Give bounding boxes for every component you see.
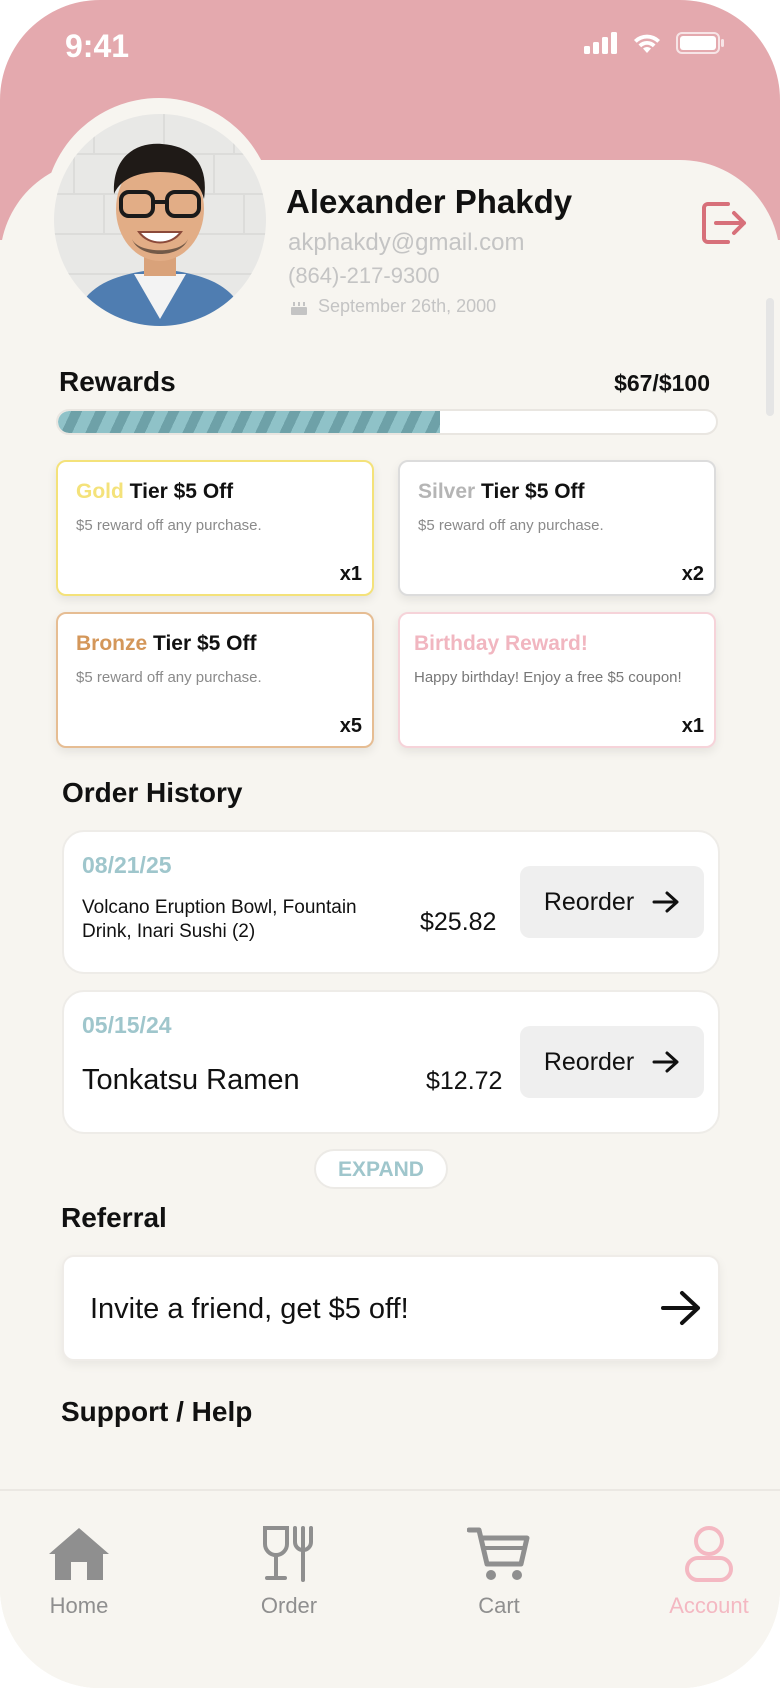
order-items: Tonkatsu Ramen (82, 1064, 300, 1096)
status-icons (584, 32, 724, 54)
order-date: 05/15/24 (82, 1012, 172, 1038)
reorder-label: Reorder (543, 1047, 635, 1076)
rewards-title: Rewards (59, 366, 176, 397)
reward-card-title: Gold Tier $5 Off (76, 480, 233, 504)
bottom-nav: Home Order Cart Account (0, 1489, 780, 1688)
cart-icon (466, 1527, 530, 1580)
rewards-progress-bar (56, 409, 718, 435)
expand-button[interactable]: EXPAND (314, 1149, 448, 1189)
battery-icon (676, 32, 724, 54)
nav-item-home[interactable]: Home (14, 1526, 144, 1619)
cake-icon (291, 301, 307, 315)
status-bar: 9:41 (0, 0, 780, 92)
home-icon (49, 1528, 109, 1580)
reward-card-count: x1 (339, 563, 362, 585)
order-history-title: Order History (62, 777, 243, 808)
support-help-title: Support / Help (61, 1396, 253, 1427)
reward-card-count: x1 (681, 715, 704, 737)
order-card: 05/15/24 Tonkatsu Ramen $12.72 Reorder (62, 990, 720, 1134)
order-items: Volcano Eruption Bowl, Fountain Drink, I… (82, 897, 357, 942)
reward-card-count: x5 (339, 715, 362, 737)
rewards-progress-fill (58, 411, 440, 433)
reward-card-gold[interactable]: Gold Tier $5 Off $5 reward off any purch… (56, 460, 374, 596)
referral-card[interactable]: Invite a friend, get $5 off! (62, 1255, 720, 1361)
reward-card-description: $5 reward off any purchase. (418, 517, 604, 534)
reorder-button[interactable]: Reorder (520, 866, 704, 938)
reward-card-silver[interactable]: Silver Tier $5 Off $5 reward off any pur… (398, 460, 716, 596)
nav-item-order[interactable]: Order (224, 1526, 354, 1619)
nav-item-cart[interactable]: Cart (434, 1526, 564, 1619)
account-icon (685, 1526, 733, 1582)
wifi-icon (634, 34, 660, 53)
reward-card-description: $5 reward off any purchase. (76, 517, 262, 534)
user-email: akphakdy@gmail.com (288, 229, 525, 256)
order-card: 08/21/25 Volcano Eruption Bowl, Fountain… (62, 830, 720, 974)
reward-card-description: Happy birthday! Enjoy a free $5 coupon! (414, 669, 682, 686)
profile-photo (54, 114, 266, 326)
reward-card-birthday[interactable]: Birthday Reward! Happy birthday! Enjoy a… (398, 612, 716, 748)
reward-card-description: $5 reward off any purchase. (76, 669, 262, 686)
reward-card-title: Silver Tier $5 Off (418, 480, 585, 504)
avatar[interactable] (54, 114, 266, 326)
rewards-progress-text: $67/$100 (614, 370, 710, 396)
order-date: 08/21/25 (82, 852, 172, 878)
arrow-right-icon (652, 1051, 679, 1073)
tier-word: Bronze (76, 632, 148, 655)
nav-label: Account (669, 1593, 749, 1618)
reorder-label: Reorder (543, 887, 635, 916)
app-screen: 9:41 Alexander Phakdy akphakdy@gmail.com… (0, 0, 780, 1688)
tier-rest: Tier $5 Off (123, 480, 234, 503)
status-time: 9:41 (65, 28, 130, 64)
tier-word: Gold (76, 480, 124, 503)
nav-label: Order (260, 1593, 318, 1618)
tier-word: Silver (418, 480, 476, 503)
birthday-text: September 26th, 2000 (318, 296, 497, 316)
reorder-button[interactable]: Reorder (520, 1026, 704, 1098)
referral-text: Invite a friend, get $5 off! (90, 1293, 409, 1325)
tier-word: Birthday Reward! (414, 632, 588, 655)
reward-card-count: x2 (681, 563, 704, 585)
tier-rest: Tier $5 Off (147, 632, 257, 655)
signal-icon (584, 32, 617, 54)
arrow-right-icon (661, 1291, 700, 1325)
arrow-right-icon (652, 891, 679, 913)
reward-card-title: Birthday Reward! (414, 632, 588, 656)
tier-rest: Tier $5 Off (475, 480, 585, 503)
nav-label: Cart (478, 1593, 520, 1618)
referral-title: Referral (61, 1202, 167, 1233)
user-name: Alexander Phakdy (286, 183, 573, 220)
reward-card-bronze[interactable]: Bronze Tier $5 Off $5 reward off any pur… (56, 612, 374, 748)
user-phone: (864)-217-9300 (288, 263, 440, 288)
reward-card-title: Bronze Tier $5 Off (76, 632, 257, 656)
scrollbar[interactable] (766, 298, 774, 416)
user-birthday: September 26th, 2000 (290, 296, 496, 317)
order-price: $12.72 (426, 1067, 503, 1095)
logout-icon[interactable] (700, 198, 748, 248)
order-price: $25.82 (420, 908, 497, 936)
nav-label: Home (49, 1593, 109, 1618)
fork-wine-icon (263, 1526, 313, 1582)
nav-item-account[interactable]: Account (644, 1526, 774, 1619)
